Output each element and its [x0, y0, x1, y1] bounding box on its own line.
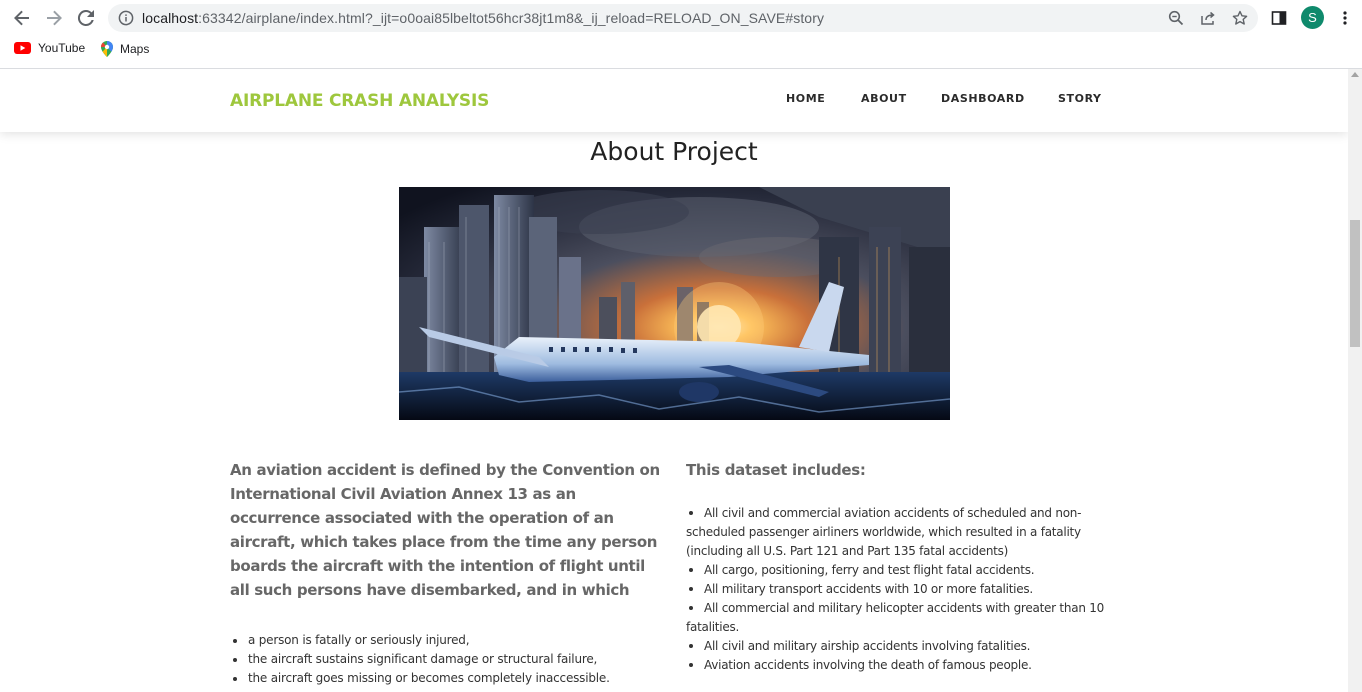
bookmarks-bar: YouTube Maps: [0, 38, 1362, 62]
browser-toolbar: localhost:63342/airplane/index.html?_ijt…: [0, 0, 1362, 36]
list-item: the aircraft goes missing or becomes com…: [233, 669, 662, 688]
info-icon[interactable]: [118, 10, 134, 26]
bookmark-label: YouTube: [38, 41, 86, 55]
list-item: the aircraft sustains significant damage…: [233, 650, 662, 669]
back-button[interactable]: [10, 6, 34, 30]
list-item: a person is fatally or seriously injured…: [233, 631, 662, 650]
list-item: Aviation accidents involving the death o…: [686, 656, 1116, 675]
star-icon: [1232, 10, 1248, 25]
page-viewport: AIRPLANE CRASH ANALYSIS HOME ABOUT DASHB…: [0, 69, 1348, 692]
bullet-dot: [689, 605, 693, 610]
side-panel-button[interactable]: [1267, 6, 1291, 30]
page-scrollbar[interactable]: [1348, 69, 1362, 692]
reload-icon: [77, 9, 94, 26]
side-panel-icon: [1271, 11, 1287, 25]
section-title: About Project: [590, 137, 758, 166]
aviation-accident-definition: An aviation accident is defined by the C…: [230, 458, 662, 688]
kebab-menu-icon: [1343, 11, 1347, 25]
nav-dashboard[interactable]: DASHBOARD: [941, 92, 1025, 105]
bullet-dot: [689, 567, 693, 572]
share-button[interactable]: [1200, 10, 1216, 26]
forward-button[interactable]: [42, 6, 66, 30]
maps-icon: [101, 41, 113, 57]
address-bar[interactable]: localhost:63342/airplane/index.html?_ijt…: [108, 4, 1258, 32]
nav-story[interactable]: STORY: [1058, 92, 1102, 105]
bookmark-youtube[interactable]: YouTube: [14, 41, 85, 55]
arrow-right-icon: [47, 10, 62, 26]
site-header: AIRPLANE CRASH ANALYSIS HOME ABOUT DASHB…: [0, 69, 1348, 132]
list-item: All civil and commercial aviation accide…: [686, 504, 1116, 561]
scroll-up-arrow-icon[interactable]: [1351, 72, 1359, 77]
bookmark-star-button[interactable]: [1232, 10, 1248, 26]
zoom-button[interactable]: [1168, 10, 1184, 26]
site-logo[interactable]: AIRPLANE CRASH ANALYSIS: [230, 91, 489, 111]
scroll-thumb[interactable]: [1350, 220, 1360, 347]
bullet-dot: [689, 662, 693, 667]
url-text[interactable]: localhost:63342/airplane/index.html?_ijt…: [142, 10, 824, 26]
youtube-icon: [14, 42, 31, 54]
list-item: All civil and military airship accidents…: [686, 637, 1116, 656]
reload-button[interactable]: [74, 6, 98, 30]
list-item-text: All civil and military airship accidents…: [704, 639, 1031, 653]
magnifier-icon: [1168, 10, 1184, 26]
definition-bullet-list: a person is fatally or seriously injured…: [230, 631, 662, 688]
url-host: localhost: [142, 10, 199, 26]
arrow-left-icon: [14, 10, 29, 26]
nav-about[interactable]: ABOUT: [861, 92, 907, 105]
share-icon: [1201, 11, 1215, 25]
url-path: :63342/airplane/index.html?_ijt=o0oai85l…: [198, 10, 825, 26]
list-item: All commercial and military helicopter a…: [686, 599, 1116, 637]
bookmark-label: Maps: [120, 42, 150, 56]
dataset-list: All civil and commercial aviation accide…: [686, 504, 1116, 675]
profile-avatar[interactable]: S: [1301, 6, 1324, 29]
definition-lead: An aviation accident is defined by the C…: [230, 461, 660, 599]
list-item: All military transport accidents with 10…: [686, 580, 1116, 599]
airplane-crash-city-image: [399, 187, 950, 420]
bullet-dot: [689, 510, 693, 515]
list-item-text: All cargo, positioning, ferry and test f…: [704, 563, 1035, 577]
list-item-text: All civil and commercial aviation accide…: [686, 506, 1082, 558]
list-item: All cargo, positioning, ferry and test f…: [686, 561, 1116, 580]
dataset-heading: This dataset includes:: [686, 461, 866, 479]
menu-button[interactable]: [1333, 6, 1357, 30]
browser-chrome: localhost:63342/airplane/index.html?_ijt…: [0, 0, 1362, 69]
bullet-dot: [689, 586, 693, 591]
bullet-dot: [689, 643, 693, 648]
list-item-text: All military transport accidents with 10…: [704, 582, 1033, 596]
list-item-text: Aviation accidents involving the death o…: [704, 658, 1032, 672]
nav-home[interactable]: HOME: [786, 92, 825, 105]
dataset-description: This dataset includes: All civil and com…: [686, 458, 1116, 675]
bookmark-maps[interactable]: Maps: [101, 41, 149, 57]
list-item-text: All commercial and military helicopter a…: [686, 601, 1105, 634]
